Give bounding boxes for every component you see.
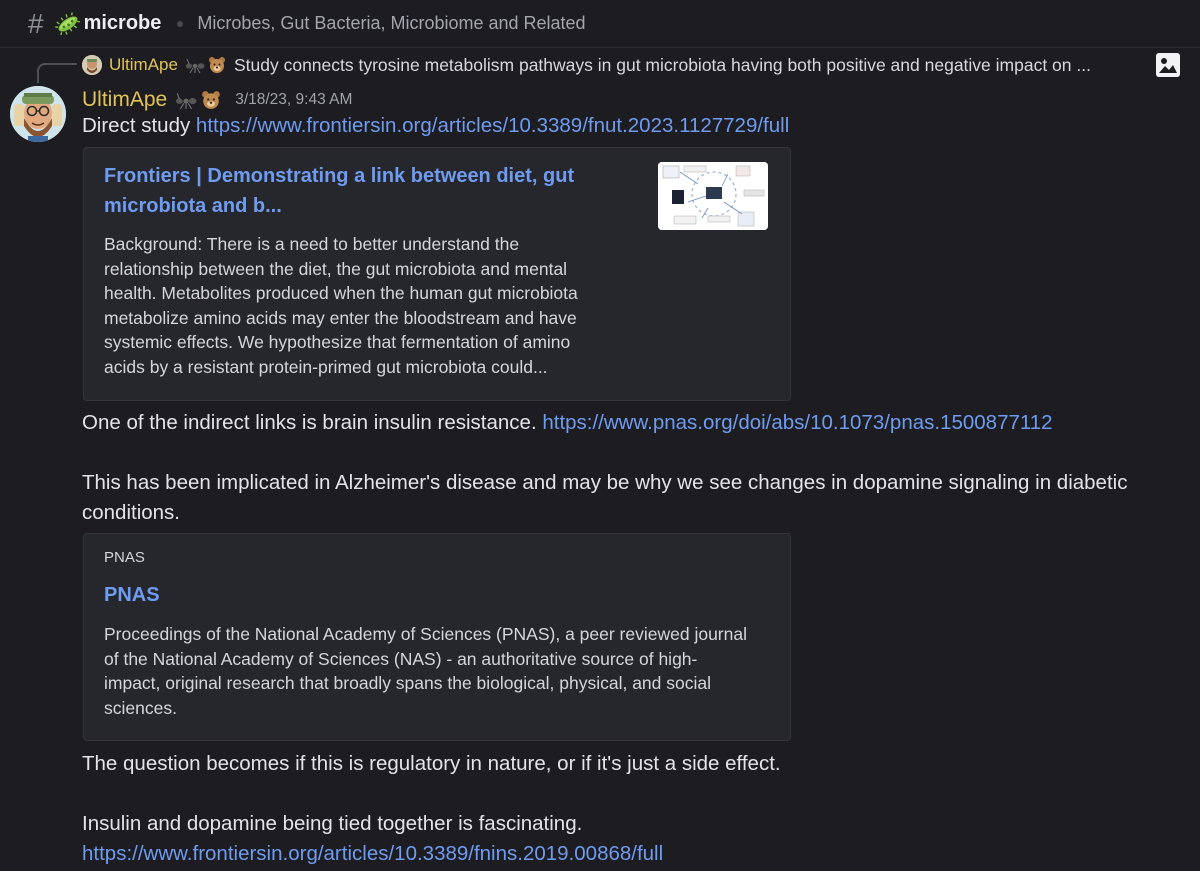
ant-icon — [185, 58, 205, 74]
embed-desc-line: metabolize amino acids may enter the blo… — [104, 307, 577, 328]
message-line-insulin: One of the indirect links is brain insul… — [82, 411, 1053, 435]
reply-reference[interactable]: UltimApe Study connects tyrosine metabol… — [82, 52, 1192, 78]
reply-avatar[interactable] — [82, 55, 102, 75]
bear-icon — [202, 91, 221, 109]
link-frontiers-fnut[interactable]: https://www.frontiersin.org/articles/10.… — [196, 114, 789, 137]
link-frontiers-fnins[interactable]: https://www.frontiersin.org/articles/10.… — [82, 842, 663, 865]
embed-title-line-1[interactable]: Frontiers | Demonstrating a link between… — [104, 161, 574, 191]
message-line-direct-study: Direct study https://www.frontiersin.org… — [82, 114, 789, 138]
embed-title[interactable]: PNAS — [104, 580, 160, 610]
author-avatar[interactable] — [10, 86, 66, 142]
channel-header: # microbe Microbes, Gut Bacteria, Microb… — [0, 0, 1200, 48]
role-badges — [184, 56, 226, 74]
channel-name[interactable]: microbe — [84, 12, 162, 35]
embed-title-line-2[interactable]: microbiota and b... — [104, 191, 574, 221]
link-embed-pnas: PNAS PNAS Proceedings of the National Ac… — [83, 533, 791, 741]
bear-icon — [208, 57, 225, 73]
embed-desc-line: acids by a resistant protein-primed gut … — [104, 356, 548, 377]
header-separator — [177, 20, 184, 27]
message-line-fascinating: Insulin and dopamine being tied together… — [82, 812, 583, 835]
message-line-link-fnins: https://www.frontiersin.org/articles/10.… — [82, 842, 663, 866]
reply-author[interactable]: UltimApe — [109, 55, 178, 75]
embed-thumbnail[interactable] — [658, 162, 768, 230]
microbe-icon — [54, 11, 80, 35]
link-embed-frontiers: Frontiers | Demonstrating a link between… — [83, 147, 791, 401]
role-badges — [173, 90, 221, 110]
embed-desc-line: health. Metabolites produced when the hu… — [104, 283, 578, 303]
message-line-question: The question becomes if this is regulato… — [82, 752, 781, 775]
hash-icon: # — [28, 7, 44, 39]
image-icon[interactable] — [1156, 53, 1180, 77]
chat-window: # microbe Microbes, Gut Bacteria, Microb… — [0, 0, 1200, 871]
embed-desc-line: sciences. — [104, 697, 177, 718]
message-header: UltimApe 3/18/23, 9:43 AM — [82, 86, 352, 114]
embed-desc-line: Proceedings of the National Academy of S… — [104, 624, 747, 644]
channel-topic: Microbes, Gut Bacteria, Microbiome and R… — [197, 13, 586, 33]
embed-provider[interactable]: PNAS — [104, 549, 145, 566]
ant-icon — [176, 93, 197, 110]
embed-desc-line: Background: There is a need to better un… — [104, 234, 520, 254]
message-line-conditions: conditions. — [82, 501, 181, 524]
embed-desc-line: of the National Academy of Sciences (NAS… — [104, 648, 698, 669]
message-author[interactable]: UltimApe — [82, 88, 167, 112]
message-text: Direct study — [82, 114, 196, 137]
message-line-alzheimers: This has been implicated in Alzheimer's … — [82, 471, 1128, 494]
link-pnas[interactable]: https://www.pnas.org/doi/abs/10.1073/pna… — [542, 411, 1052, 434]
embed-desc-line: impact, original research that broadly s… — [104, 673, 711, 693]
embed-desc-line: systemic effects. We hypothesize that fe… — [104, 332, 571, 352]
embed-desc-line: relationship between the diet, the gut m… — [104, 258, 568, 279]
reply-spine — [37, 63, 77, 83]
message-text: One of the indirect links is brain insul… — [82, 411, 543, 434]
message-timestamp[interactable]: 3/18/23, 9:43 AM — [235, 91, 352, 109]
reply-preview-text[interactable]: Study connects tyrosine metabolism pathw… — [234, 55, 1192, 76]
